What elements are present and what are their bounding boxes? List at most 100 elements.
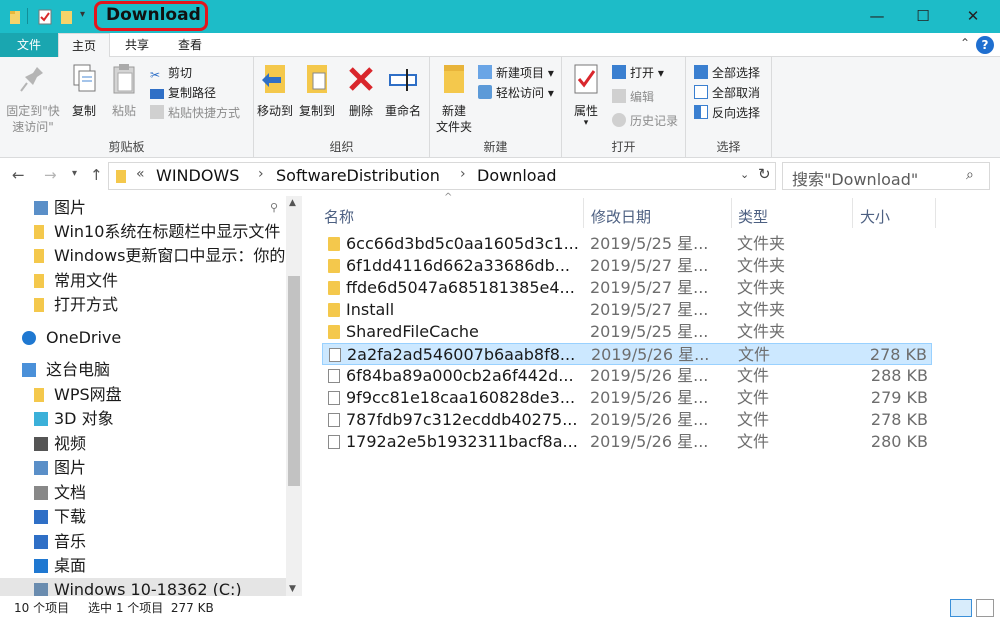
tab-view[interactable]: 查看 [164,33,216,57]
copy-path-icon [150,89,164,99]
column-header-name[interactable]: 名称 [324,206,354,227]
delete-icon [349,67,373,91]
invert-selection-label: 反向选择 [712,106,761,120]
column-divider[interactable] [852,198,853,228]
select-none-button[interactable]: 全部取消 [694,83,760,103]
nav-item[interactable]: 图片 ⚲ [0,196,286,220]
copy-button[interactable]: 复制 [66,61,102,119]
breadcrumb-softwaredistribution[interactable]: SoftwareDistribution [276,166,440,185]
new-folder-icon[interactable] [59,8,75,26]
details-view-icon[interactable] [950,599,972,617]
nav-item[interactable]: 图片 [0,456,286,480]
maximize-button[interactable]: ☐ [900,0,946,33]
column-header-size[interactable]: 大小 [860,206,890,227]
explorer-window: ▾ Download — ☐ ✕ 文件 主页 共享 查看 ⌃ ? 固定到"快速访… [0,0,1000,620]
breadcrumb-separator-icon[interactable]: › [460,166,466,182]
move-to-button[interactable]: 移动到 [254,61,296,119]
table-row[interactable]: ffde6d5047a685181385e4... 2019/5/27 星... 文… [322,277,932,299]
nav-item[interactable]: Windows 10-18362 (C:) [0,578,286,596]
nav-item[interactable]: Windows更新窗口中显示：你的 [0,244,286,268]
tab-home[interactable]: 主页 [58,33,110,58]
nav-item[interactable]: 3D 对象 [0,407,286,431]
sort-ascending-icon: ^ [444,192,453,203]
easy-access-button[interactable]: 轻松访问 ▾ [478,83,554,103]
title-bar[interactable]: ▾ Download — ☐ ✕ [0,0,1000,33]
column-header-date[interactable]: 修改日期 [591,206,651,227]
breadcrumb-separator-icon[interactable]: › [258,166,264,182]
copy-path-button[interactable]: 复制路径 [150,83,216,103]
folder-icon [328,259,340,273]
forward-arrow-icon[interactable]: → [44,166,57,184]
tab-file[interactable]: 文件 [0,33,58,57]
scroll-up-icon[interactable]: ▲ [289,198,296,208]
column-divider[interactable] [731,198,732,228]
breadcrumb-download[interactable]: Download [477,166,557,185]
column-divider[interactable] [583,198,584,228]
new-item-button[interactable]: 新建项目 ▾ [478,63,554,83]
edit-label: 编辑 [630,90,655,104]
properties-icon[interactable] [37,8,53,26]
tab-share[interactable]: 共享 [112,33,162,57]
nav-item[interactable]: 音乐 [0,530,286,554]
file-icon [328,413,340,427]
table-row[interactable]: 9f9cc81e18caa160828de3... 2019/5/26 星... 文… [322,387,932,409]
table-row[interactable]: Install 2019/5/27 星... 文件夹 [322,299,932,321]
delete-button[interactable]: 删除 [344,61,378,119]
chevron-down-icon[interactable]: ▾ [80,9,85,20]
large-icons-view-icon[interactable] [976,599,994,617]
nav-item[interactable]: 视频 [0,432,286,456]
nav-item[interactable]: OneDrive [0,326,286,350]
table-row[interactable]: 1792a2e5b1932311bacf8a... 2019/5/26 星... 文… [322,431,932,453]
address-dropdown-icon[interactable]: ⌄ [740,168,749,181]
column-header-type[interactable]: 类型 [738,206,768,227]
history-button[interactable]: 历史记录 [612,111,678,131]
pin-icon[interactable]: ⚲ [270,196,278,220]
column-divider[interactable] [935,198,936,228]
pin-quick-access-button[interactable]: 固定到"快速访问" [4,61,62,135]
select-all-button[interactable]: 全部选择 [694,63,760,83]
back-arrow-icon[interactable]: ← [12,166,25,184]
new-folder-button[interactable]: 新建 文件夹 [432,61,476,135]
up-arrow-icon[interactable]: ↑ [90,166,103,184]
nav-item[interactable]: 文档 [0,481,286,505]
close-button[interactable]: ✕ [950,0,996,33]
paste-button[interactable]: 粘贴 [106,61,142,119]
nav-item[interactable]: 常用文件 [0,269,286,293]
nav-item[interactable]: 桌面 [0,554,286,578]
search-placeholder: 搜索"Download" [792,170,919,189]
recent-locations-chevron-icon[interactable]: ▾ [72,168,77,179]
nav-item[interactable]: Win10系统在标题栏中显示文件 [0,220,286,244]
properties-icon [574,64,598,94]
nav-item[interactable]: 打开方式 [0,293,286,317]
copy-to-button[interactable]: 复制到 [296,61,338,119]
breadcrumb-overflow-icon[interactable]: « [136,166,145,182]
scissors-icon: ✂ [150,68,161,82]
rename-button[interactable]: 重命名 [382,61,424,119]
edit-button[interactable]: 编辑 [612,87,654,107]
nav-item[interactable]: 这台电脑 [0,358,286,382]
help-icon[interactable]: ? [976,36,994,54]
properties-button[interactable]: 属性 ▾ [568,61,604,128]
paste-shortcut-button[interactable]: 粘贴快捷方式 [150,103,240,123]
table-row[interactable]: 6f1dd4116d662a33686db... 2019/5/27 星... 文件… [322,255,932,277]
scroll-down-icon[interactable]: ▼ [289,584,296,594]
minimize-button[interactable]: — [854,0,900,33]
search-icon[interactable]: ⌕ [966,167,974,183]
table-row[interactable]: SharedFileCache 2019/5/25 星... 文件夹 [322,321,932,343]
nav-scrollbar-thumb[interactable] [288,276,300,486]
invert-selection-button[interactable]: 反向选择 [694,103,760,123]
table-row[interactable]: 6f84ba89a000cb2a6f442d... 2019/5/26 星... 文… [322,365,932,387]
open-button[interactable]: 打开 ▾ [612,63,664,83]
cut-button[interactable]: ✂ 剪切 [150,63,192,83]
table-row[interactable]: 6cc66d3bd5c0aa1605d3c1... 2019/5/25 星... 文… [322,233,932,255]
refresh-icon[interactable]: ↻ [758,165,771,183]
nav-item[interactable]: WPS网盘 [0,383,286,407]
file-date: 2019/5/26 星... [590,388,709,407]
table-row[interactable]: 787fdb97c312ecddb40275... 2019/5/26 星... 文… [322,409,932,431]
breadcrumb-windows[interactable]: WINDOWS [156,166,239,185]
nav-scrollbar[interactable]: ▲ ▼ [286,196,302,596]
ribbon-collapse-icon[interactable]: ⌃ [960,36,970,50]
folder-icon [34,388,44,402]
nav-item[interactable]: 下载 [0,505,286,529]
table-row[interactable]: 2a2fa2ad546007b6aab8f8... 2019/5/26 星... 文… [322,343,932,365]
